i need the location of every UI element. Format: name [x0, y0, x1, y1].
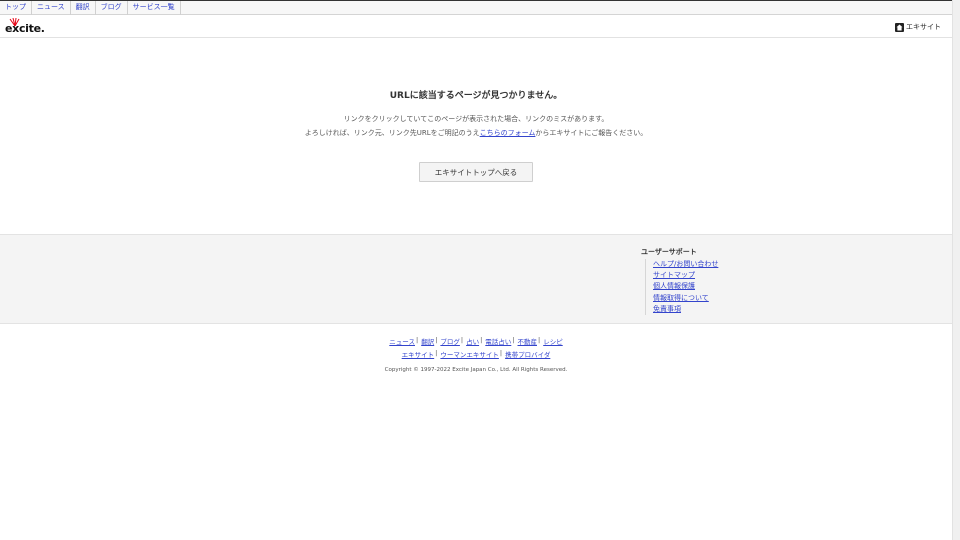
- footer-link-phone-fortune[interactable]: 電話占い: [485, 336, 511, 346]
- copyright: Copyright © 1997-2022 Excite Japan Co., …: [384, 367, 568, 373]
- error-title: URLに該当するページが見つかりません。: [389, 91, 563, 101]
- topnav-item-blog[interactable]: ブログ: [96, 1, 128, 15]
- footer-link-mobile-provider[interactable]: 携帯プロバイダ: [505, 349, 550, 359]
- footer-link-translate[interactable]: 翻訳: [421, 336, 434, 346]
- footer-separator: |: [435, 336, 438, 344]
- footer-separator: |: [460, 336, 464, 344]
- footer-links-row1: ニュース | 翻訳 | ブログ | 占い | 電話占い | 不動産 | レシピ: [0, 336, 952, 346]
- footer-separator: |: [415, 336, 419, 344]
- support-link-disclaimer[interactable]: 免責事項: [653, 305, 681, 313]
- excite-logo[interactable]: excite.: [5, 18, 45, 35]
- home-link-label: エキサイト: [906, 23, 941, 31]
- footer-separator: |: [480, 336, 483, 344]
- error-message-text-tail: からエキサイトにご報告ください。: [535, 129, 648, 137]
- support-link-privacy[interactable]: 個人情報保護: [653, 282, 695, 290]
- topnav-item-services[interactable]: サービス一覧: [128, 1, 181, 15]
- error-message-line2: よろしければ、リンク元、リンク先URLをご明記のうえこちらのフォームからエキサイ…: [0, 128, 952, 138]
- footer-link-fortune[interactable]: 占い: [466, 336, 479, 346]
- support-title: ユーザーサポート: [641, 248, 697, 256]
- support-link-data-acquisition[interactable]: 情報取得について: [653, 294, 709, 302]
- footer-link-woman-excite[interactable]: ウーマンエキサイト: [440, 349, 499, 359]
- support-link-sitemap[interactable]: サイトマップ: [653, 271, 695, 279]
- logo-text: excite.: [5, 22, 45, 35]
- error-message-line1: リンクをクリックしていてこのページが表示された場合、リンクのミスがあります。: [343, 115, 609, 123]
- footer-link-excite[interactable]: エキサイト: [402, 349, 435, 359]
- support-link-help[interactable]: ヘルプ/お問い合わせ: [653, 260, 718, 268]
- error-message-text: よろしければ、リンク元、リンク先URLをご明記のうえ: [304, 129, 480, 137]
- footer-separator: |: [499, 349, 503, 357]
- list-item: 個人情報保護: [653, 281, 718, 292]
- user-support-section: ユーザーサポート ヘルプ/お問い合わせ サイトマップ 個人情報保護 情報取得につ…: [0, 234, 952, 324]
- footer: ニュース | 翻訳 | ブログ | 占い | 電話占い | 不動産 | レシピ エキサイト |…: [0, 324, 952, 404]
- vertical-scrollbar[interactable]: [952, 0, 960, 540]
- list-item: サイトマップ: [653, 270, 718, 281]
- report-form-link[interactable]: こちらのフォーム: [480, 129, 536, 137]
- footer-link-blog[interactable]: ブログ: [440, 336, 460, 346]
- topnav-item-news[interactable]: ニュース: [32, 1, 71, 15]
- footer-link-recipe[interactable]: レシピ: [543, 336, 563, 346]
- footer-link-news[interactable]: ニュース: [389, 336, 415, 346]
- footer-separator: |: [512, 336, 515, 344]
- list-item: 情報取得について: [653, 293, 718, 304]
- footer-separator: |: [538, 336, 541, 344]
- list-item: 免責事項: [653, 304, 718, 315]
- top-navigation-bar: トップ ニュース 翻訳 ブログ サービス一覧: [0, 0, 952, 15]
- main-content: URLに該当するページが見つかりません。 リンクをクリックしていてこのページが表…: [0, 38, 952, 234]
- home-link[interactable]: エキサイト: [895, 22, 941, 32]
- footer-link-real-estate[interactable]: 不動産: [518, 336, 538, 346]
- back-to-top-button[interactable]: エキサイトトップへ戻る: [419, 162, 533, 182]
- topnav-item-top[interactable]: トップ: [0, 1, 32, 15]
- header: excite. エキサイト: [0, 15, 952, 38]
- list-item: ヘルプ/お問い合わせ: [653, 259, 718, 270]
- footer-separator: |: [435, 349, 438, 357]
- footer-links-row2: エキサイト | ウーマンエキサイト | 携帯プロバイダ: [0, 349, 952, 359]
- topnav-item-translate[interactable]: 翻訳: [71, 1, 96, 15]
- home-icon: [895, 22, 904, 32]
- support-links: ヘルプ/お問い合わせ サイトマップ 個人情報保護 情報取得について 免責事項: [645, 259, 718, 316]
- top-nav: トップ ニュース 翻訳 ブログ サービス一覧: [0, 1, 952, 15]
